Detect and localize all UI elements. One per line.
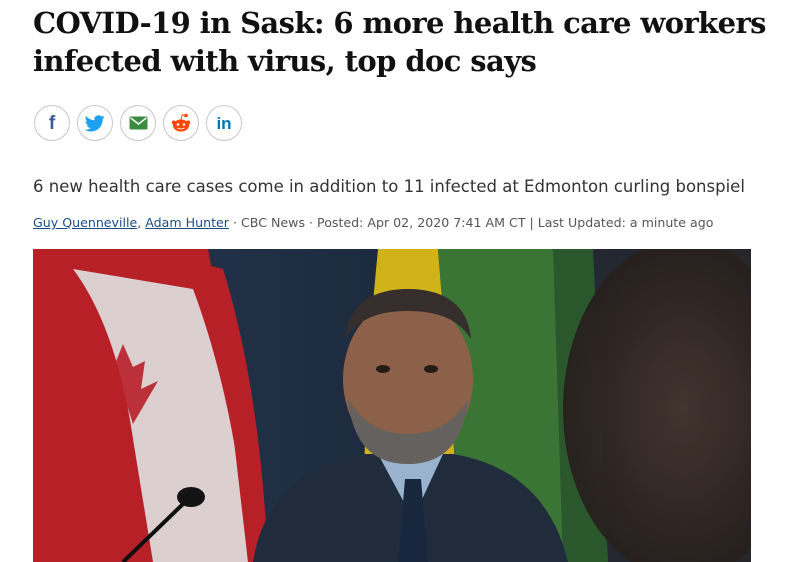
- share-email-button[interactable]: [120, 105, 156, 141]
- byline: Guy Quenneville, Adam Hunter · CBC News …: [33, 213, 713, 233]
- byline-pipe: |: [525, 215, 538, 230]
- author-link[interactable]: Adam Hunter: [145, 215, 229, 230]
- share-twitter-button[interactable]: [77, 105, 113, 141]
- share-reddit-button[interactable]: [163, 105, 199, 141]
- reddit-icon: [171, 113, 191, 132]
- twitter-icon: [85, 114, 105, 131]
- article-photo: [33, 249, 751, 562]
- posted-timestamp: Posted: Apr 02, 2020 7:41 AM CT: [317, 215, 526, 230]
- byline-dot: ·: [228, 215, 241, 230]
- updated-timestamp: Last Updated: a minute ago: [537, 215, 714, 230]
- email-icon: [129, 116, 147, 130]
- author-link[interactable]: Guy Quenneville: [33, 215, 137, 230]
- facebook-icon: f: [48, 113, 56, 134]
- article-headline: COVID-19 in Sask: 6 more health care wor…: [33, 6, 766, 78]
- share-bar: f in: [34, 105, 242, 141]
- byline-dot: ·: [305, 215, 318, 230]
- share-linkedin-button[interactable]: in: [206, 105, 242, 141]
- article-deck: 6 new health care cases come in addition…: [33, 177, 745, 196]
- author-separator: ,: [137, 215, 142, 230]
- linkedin-icon: in: [216, 113, 232, 133]
- source-label: CBC News: [240, 215, 306, 230]
- share-facebook-button[interactable]: f: [34, 105, 70, 141]
